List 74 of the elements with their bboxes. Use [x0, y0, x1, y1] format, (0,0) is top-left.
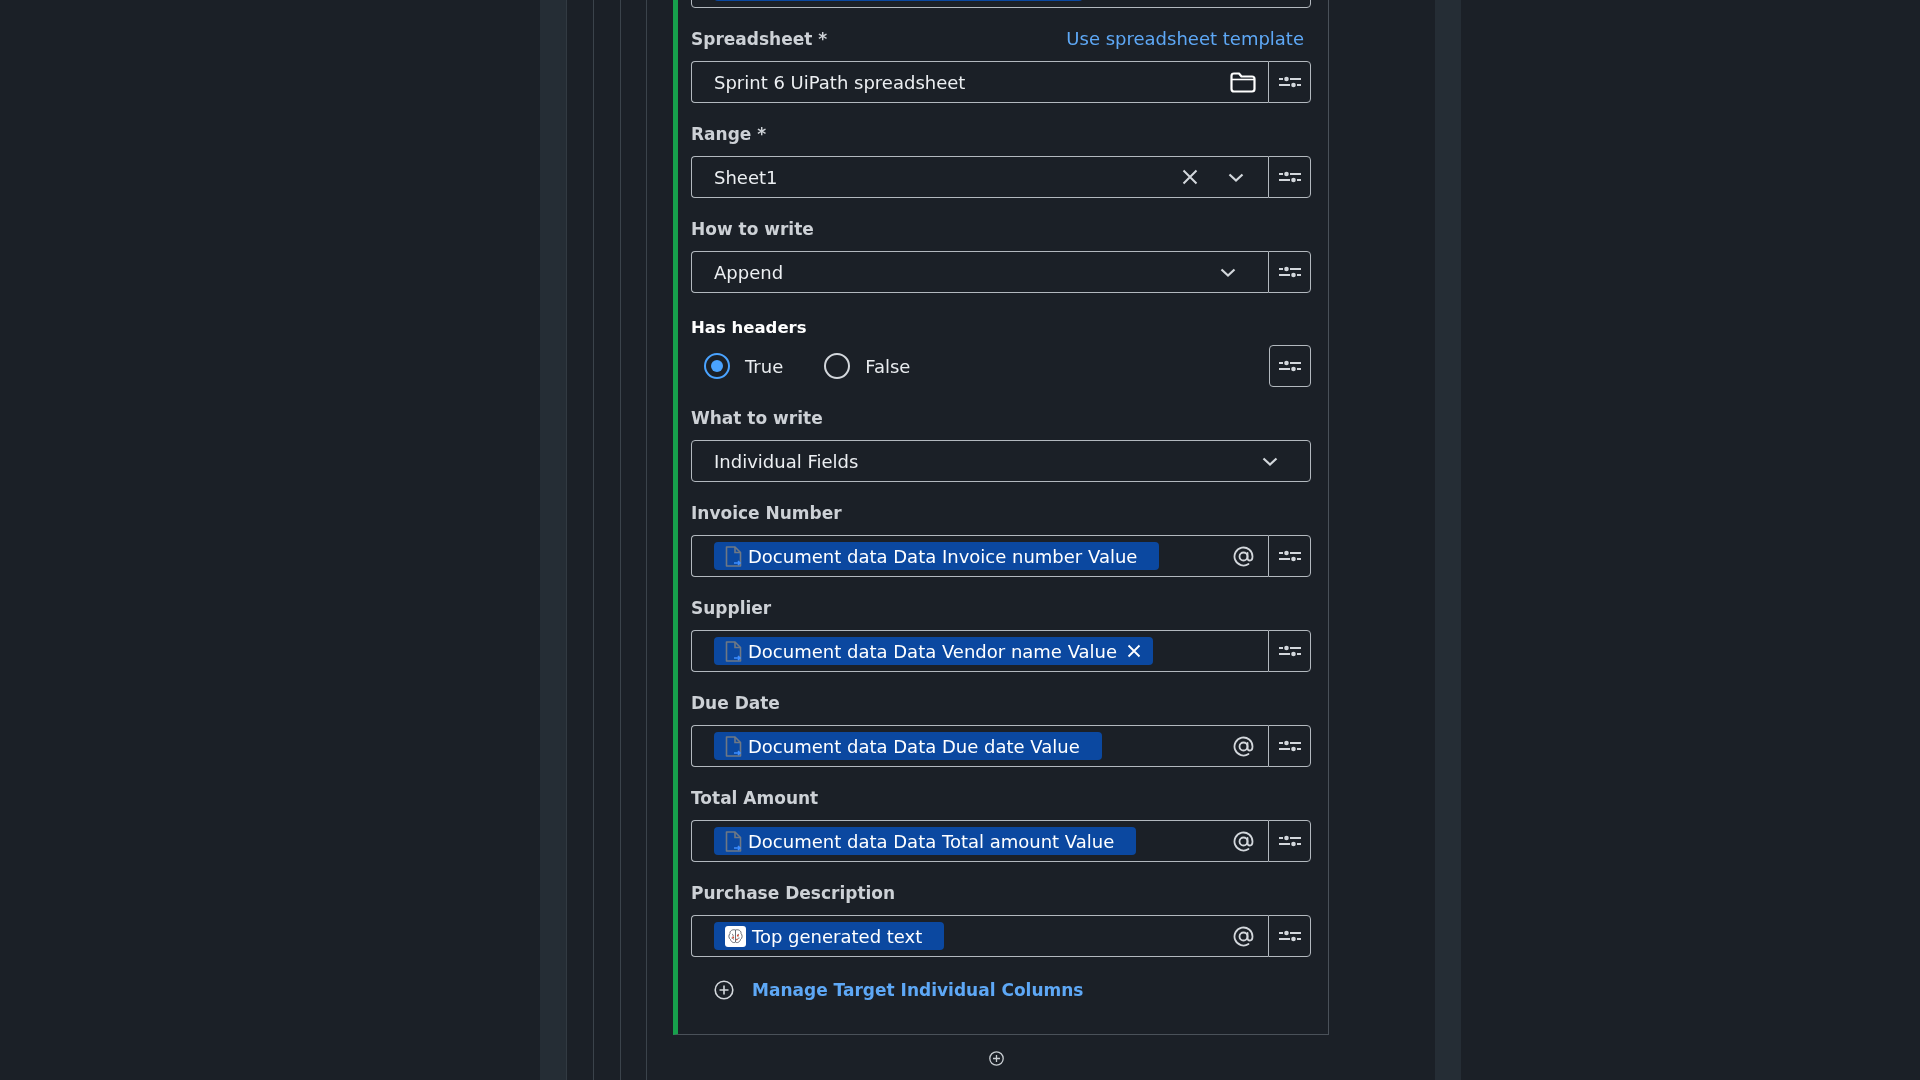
sliders-icon	[1278, 645, 1301, 657]
dropdown-field[interactable]: Individual Fields	[691, 440, 1311, 482]
settings-button[interactable]	[1268, 915, 1311, 957]
remove-icon[interactable]	[1127, 644, 1142, 658]
token-chip[interactable]: Top generated text	[714, 922, 945, 950]
dropdown-field[interactable]: Append	[691, 251, 1268, 293]
token-label: Document data Data Due date Value	[748, 735, 1080, 757]
sliders-icon	[1278, 550, 1301, 562]
settings-button[interactable]	[1268, 61, 1311, 103]
sliders-icon	[1278, 76, 1301, 88]
at-sign-icon[interactable]	[1233, 830, 1254, 852]
settings-button[interactable]	[1268, 156, 1311, 198]
token-chip[interactable]: Document data Data Total amount Value	[714, 827, 1137, 855]
dropdown-field[interactable]: Sheet1	[691, 156, 1268, 198]
input-field[interactable]: Document data Data Vendor name Value	[691, 630, 1268, 672]
settings-button[interactable]	[1268, 535, 1311, 577]
field-label: Has headers	[691, 317, 807, 339]
field-label: Range *	[691, 123, 767, 146]
settings-button[interactable]	[1268, 820, 1311, 862]
field-label: Spreadsheet *	[691, 28, 828, 51]
field-label: What to write	[691, 407, 823, 430]
brain-icon	[725, 925, 746, 947]
token-chip[interactable]: Document data Data Vendor name Value	[714, 637, 1154, 665]
plus-circle-icon[interactable]	[988, 1051, 1004, 1066]
field-label: Purchase Description	[691, 882, 896, 905]
document-icon	[725, 735, 742, 757]
field-value: Append	[714, 261, 785, 283]
document-icon	[725, 545, 742, 567]
sliders-icon	[1278, 266, 1301, 278]
input-field[interactable]: Sprint 6 UiPath spreadsheet	[691, 61, 1268, 103]
sliders-icon	[1278, 740, 1301, 752]
field-value: Sheet1	[714, 166, 779, 188]
sliders-icon	[1278, 171, 1301, 183]
settings-button[interactable]	[1269, 345, 1311, 387]
radio-label[interactable]: False	[865, 355, 911, 377]
token-chip[interactable]: Document data Data Invoice number Value	[714, 542, 1160, 570]
token-label: Document data Data Invoice number Value	[748, 545, 1138, 567]
token-label: Document data Data Total amount Value	[748, 830, 1115, 852]
input-field[interactable]: Document data Data Due date Value	[691, 725, 1268, 767]
chevron-down-icon[interactable]	[1228, 172, 1244, 182]
chevron-down-icon[interactable]	[1262, 456, 1278, 466]
at-sign-icon[interactable]	[1233, 545, 1254, 567]
field-value: Individual Fields	[714, 450, 860, 472]
chevron-down-icon[interactable]	[1220, 267, 1236, 277]
document-icon	[725, 830, 742, 852]
field-label: How to write	[691, 218, 814, 241]
field-label: Due Date	[691, 692, 780, 715]
settings-button[interactable]	[1268, 725, 1311, 767]
template-link[interactable]: Use spreadsheet template	[1066, 27, 1304, 51]
manage-columns-link[interactable]: Manage Target Individual Columns	[752, 980, 1084, 1000]
radio-button[interactable]	[824, 353, 851, 379]
clear-icon[interactable]	[1182, 169, 1198, 185]
field-label: Total Amount	[691, 787, 819, 810]
at-sign-icon[interactable]	[1233, 735, 1254, 757]
field-value: Sprint 6 UiPath spreadsheet	[714, 71, 967, 93]
radio-button[interactable]	[704, 353, 730, 379]
field-label: Supplier	[691, 597, 772, 620]
settings-button[interactable]	[1268, 630, 1311, 672]
input-field[interactable]: Document data Data Total amount Value	[691, 820, 1268, 862]
field-label: Invoice Number	[691, 502, 842, 525]
at-sign-icon[interactable]	[1233, 925, 1254, 947]
token-label: Document data Data Vendor name Value	[748, 640, 1118, 662]
sliders-icon	[1278, 835, 1301, 847]
token-chip[interactable]: Document data Data Due date Value	[714, 732, 1102, 760]
folder-icon[interactable]	[1230, 71, 1256, 93]
sliders-icon	[1279, 360, 1301, 372]
token-label: Top generated text	[752, 925, 923, 947]
settings-button[interactable]	[1268, 251, 1311, 293]
sliders-icon	[1278, 930, 1301, 942]
plus-circle-icon[interactable]	[714, 980, 734, 1000]
input-field[interactable]: Top generated text	[691, 915, 1268, 957]
input-field[interactable]: Document data Data Invoice number Value	[691, 535, 1268, 577]
document-icon	[725, 640, 742, 662]
radio-label[interactable]: True	[745, 355, 784, 377]
